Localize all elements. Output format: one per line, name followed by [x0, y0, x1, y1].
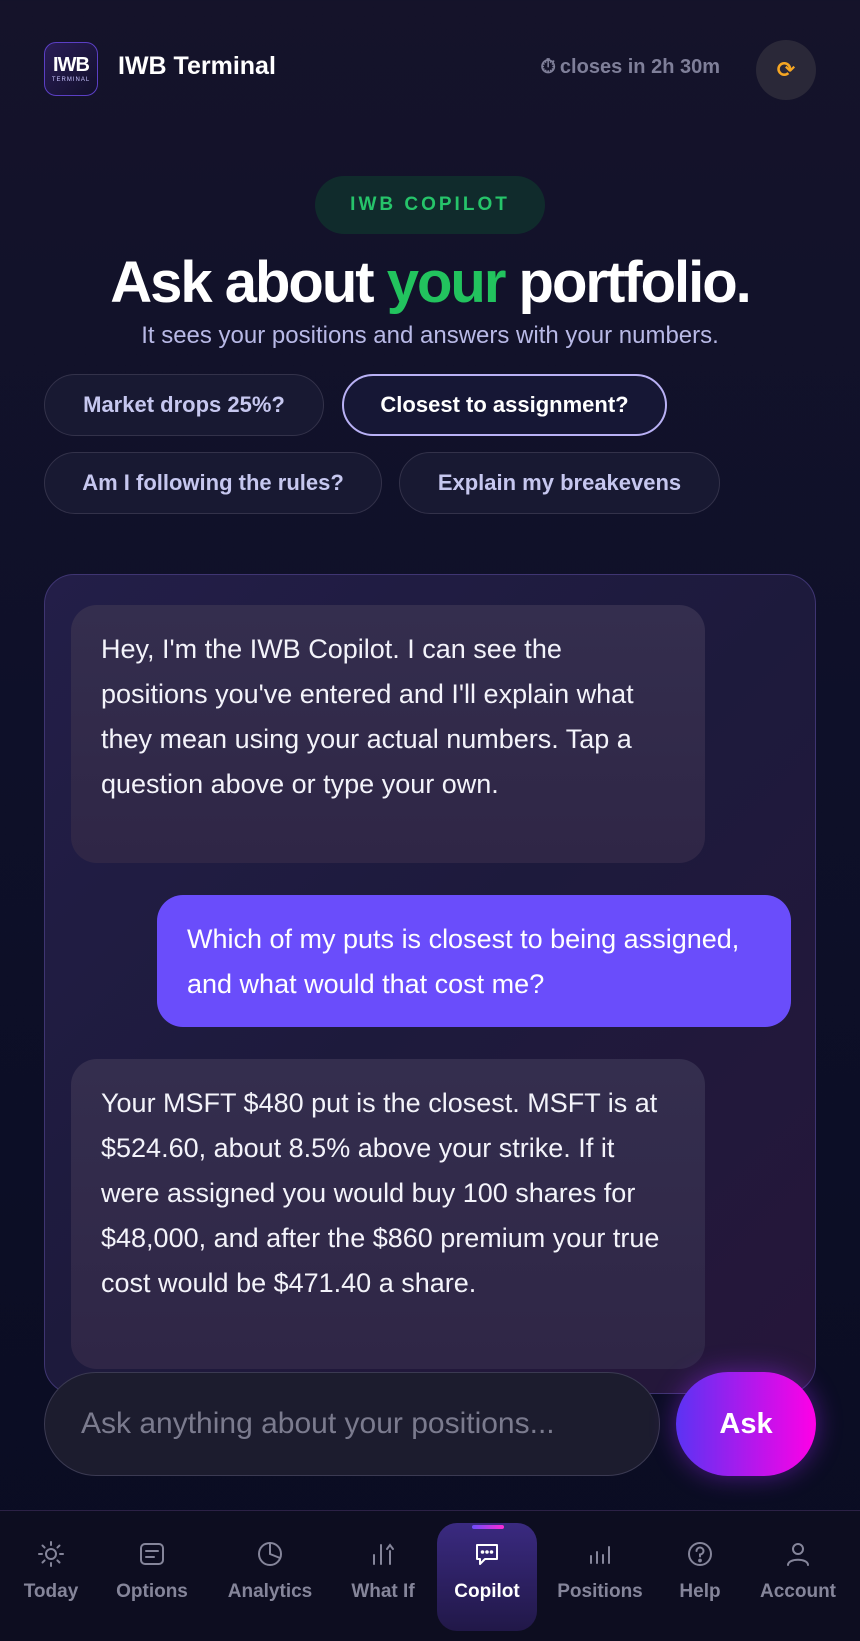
refresh-icon: ⟳ — [776, 57, 796, 82]
help-icon — [688, 1542, 712, 1566]
options-icon — [140, 1543, 164, 1565]
market-close-timer: ⏱ closes in 2h 30m — [540, 56, 720, 79]
nav-item-options[interactable]: Options — [106, 1511, 198, 1641]
nav-item-analytics[interactable]: Analytics — [218, 1511, 322, 1641]
bot-message: Your MSFT $480 put is the closest. MSFT … — [71, 1059, 705, 1369]
nav-label: Options — [116, 1581, 188, 1602]
nav-label: What If — [351, 1581, 415, 1602]
title-pre: Ask about — [110, 250, 387, 315]
stopwatch-icon: ⏱ — [540, 56, 556, 78]
logo-mark: IWB — [53, 54, 90, 76]
chat-icon — [476, 1544, 498, 1565]
nav-item-what-if[interactable]: What If — [340, 1511, 426, 1641]
suggestion-chip-closest-to-assignment[interactable]: Closest to assignment? — [342, 374, 667, 436]
app-logo[interactable]: IWB TERMINAL — [44, 42, 98, 96]
bars-arrow-icon — [373, 1543, 394, 1565]
nav-label: Account — [760, 1581, 836, 1602]
nav-label: Copilot — [454, 1581, 520, 1602]
nav-item-today[interactable]: Today — [10, 1511, 92, 1641]
app-title: IWB Terminal — [118, 52, 276, 80]
nav-item-help[interactable]: Help — [666, 1511, 734, 1641]
user-message: Which of my puts is closest to being ass… — [157, 895, 791, 1027]
title-post: portfolio. — [504, 250, 752, 315]
nav-item-positions[interactable]: Positions — [550, 1511, 650, 1641]
bottom-nav: Today Options Analytics What If Copilot — [0, 1510, 860, 1641]
page-subtitle: It sees your positions and answers with … — [141, 322, 719, 349]
nav-label: Positions — [557, 1581, 643, 1602]
nav-label: Analytics — [227, 1581, 313, 1602]
user-icon — [787, 1543, 809, 1566]
logo-subtext: TERMINAL — [51, 77, 91, 83]
nav-label: Help — [679, 1581, 721, 1602]
pie-chart-icon — [258, 1542, 282, 1566]
refresh-button[interactable]: ⟳ — [756, 40, 816, 100]
suggestion-chip-following-rules[interactable]: Am I following the rules? — [44, 452, 382, 514]
bar-chart-icon — [590, 1546, 610, 1564]
suggestion-chip-explain-breakevens[interactable]: Explain my breakevens — [399, 452, 720, 514]
suggestion-chip-market-drops[interactable]: Market drops 25%? — [44, 374, 324, 436]
copilot-badge: IWB COPILOT — [315, 176, 545, 234]
page-title: Ask about your portfolio. — [0, 248, 860, 318]
chat-panel[interactable]: Hey, I'm the IWB Copilot. I can see the … — [44, 574, 816, 1394]
title-highlight: your — [386, 250, 507, 315]
ask-button[interactable]: Ask — [676, 1372, 816, 1476]
nav-item-copilot[interactable]: Copilot — [437, 1511, 537, 1641]
question-input[interactable] — [44, 1372, 660, 1476]
app-header: IWB TERMINAL IWB Terminal ⏱ closes in 2h … — [0, 0, 860, 140]
sun-icon — [38, 1541, 64, 1567]
nav-item-account[interactable]: Account — [750, 1511, 846, 1641]
nav-label: Today — [23, 1581, 79, 1602]
timer-text: closes in 2h 30m — [559, 56, 720, 78]
bot-message: Hey, I'm the IWB Copilot. I can see the … — [71, 605, 705, 863]
